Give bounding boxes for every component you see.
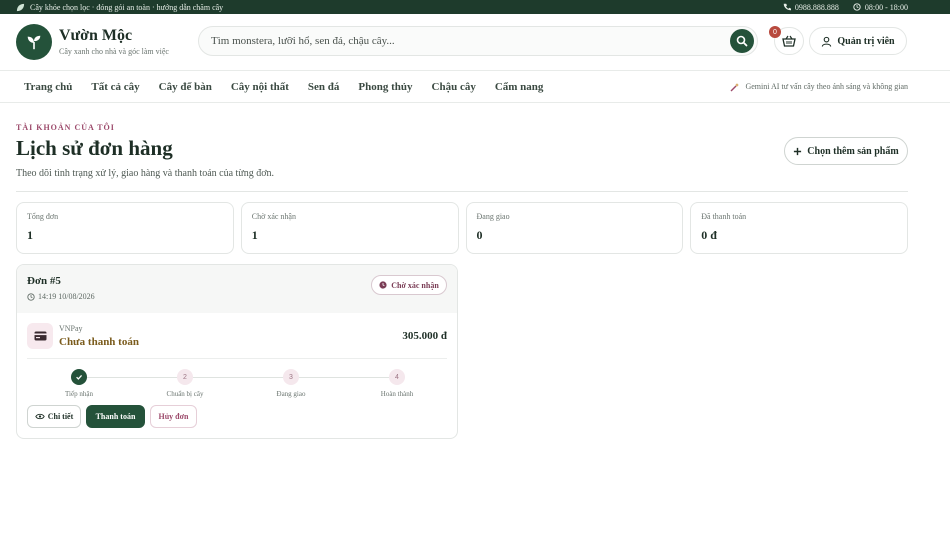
payment-method: VNPay <box>59 323 83 333</box>
order-card: Đơn #5 14:19 10/08/2026 Chờ xác nhận VNP… <box>16 264 458 439</box>
credit-card-icon <box>27 322 53 349</box>
order-timestamp: 14:19 10/08/2026 <box>38 292 95 301</box>
opening-hours: 08:00 - 18:00 <box>864 2 908 12</box>
step-label: Tiếp nhận <box>65 390 93 398</box>
stat-label: Đang giao <box>476 212 510 221</box>
header-divider <box>16 191 908 192</box>
page-title: Lịch sử đơn hàng <box>16 136 173 160</box>
cart-count-badge: 0 <box>769 26 781 38</box>
step-preparing: 2 Chuẩn bị cây <box>145 369 225 398</box>
step-shipping: 3 Đang giao <box>251 369 331 398</box>
stat-label: Chờ xác nhận <box>251 212 296 221</box>
clock-icon <box>27 292 35 301</box>
payment-info: VNPay Chưa thanh toán <box>59 324 139 348</box>
pay-button[interactable]: Thanh toán <box>86 405 145 428</box>
choose-more-label: Chọn thêm sản phẩm <box>807 145 899 157</box>
order-status-badge: Chờ xác nhận <box>371 275 447 295</box>
phone-icon <box>783 3 791 11</box>
brand-logo[interactable]: Vườn Mộc Cây xanh cho nhà và góc làm việ… <box>16 24 169 60</box>
nav-item-feng-shui[interactable]: Phong thủy <box>358 81 412 93</box>
stat-card-paid: Đã thanh toán 0 đ <box>690 202 908 254</box>
step-label: Chuẩn bị cây <box>166 390 204 398</box>
topbar-left: Cây khỏe chọn lọc · đóng gói an toàn · h… <box>16 3 223 12</box>
order-history-page: TÀI KHOẢN CỦA TÔI Lịch sử đơn hàng Theo … <box>0 103 950 439</box>
topbar-phone: 0988.888.888 <box>783 3 839 12</box>
clock-filled-icon <box>379 281 387 289</box>
site-header: Vườn Mộc Cây xanh cho nhà và góc làm việ… <box>0 14 950 70</box>
stat-value: 1 <box>251 228 258 242</box>
leaf-icon <box>16 3 25 11</box>
stat-value: 0 đ <box>701 228 717 242</box>
nav-item-succulents[interactable]: Sen đá <box>308 81 340 93</box>
order-detail-button[interactable]: Chi tiết <box>27 405 81 428</box>
brand-tagline: Cây xanh cho nhà và góc làm việc <box>59 47 169 56</box>
stat-card-total: Tổng đơn 1 <box>16 202 234 254</box>
search-input[interactable] <box>211 35 757 47</box>
brand-text: Vườn Mộc Cây xanh cho nhà và góc làm việ… <box>59 27 169 57</box>
payment-row: VNPay Chưa thanh toán 305.000 đ <box>27 313 447 359</box>
payment-status: Chưa thanh toán <box>59 335 139 348</box>
admin-label: Quản trị viên <box>837 35 895 47</box>
nav-item-home[interactable]: Trang chủ <box>24 81 72 93</box>
stat-label: Đã thanh toán <box>701 212 747 221</box>
check-icon <box>71 369 87 385</box>
ai-advisor-link[interactable]: Gemini AI tư vấn cây theo ánh sáng và kh… <box>730 82 908 92</box>
order-amount: 305.000 đ <box>402 329 447 342</box>
step-received: Tiếp nhận <box>39 369 119 398</box>
user-icon <box>822 36 832 47</box>
search-button[interactable] <box>730 29 754 53</box>
top-info-bar: Cây khỏe chọn lọc · đóng gói an toàn · h… <box>0 0 950 14</box>
order-stats: Tổng đơn 1 Chờ xác nhận 1 Đang giao 0 Đã… <box>16 202 908 254</box>
choose-more-products-button[interactable]: Chọn thêm sản phẩm <box>784 137 908 165</box>
topbar-tagline: Cây khỏe chọn lọc · đóng gói an toàn · h… <box>30 2 224 12</box>
nav-item-indoor-plants[interactable]: Cây nội thất <box>231 81 289 93</box>
search-bar <box>198 26 758 56</box>
stat-card-shipping: Đang giao 0 <box>465 202 684 254</box>
basket-icon <box>782 35 796 47</box>
magic-wand-icon <box>730 82 740 91</box>
step-label: Hoàn thành <box>380 390 414 398</box>
page-eyebrow: TÀI KHOẢN CỦA TÔI <box>16 123 115 132</box>
clock-icon <box>853 3 861 11</box>
pay-label: Thanh toán <box>95 412 136 421</box>
order-card-header: Đơn #5 14:19 10/08/2026 Chờ xác nhận <box>17 265 457 313</box>
order-progress-steps: Tiếp nhận 2 Chuẩn bị cây 3 Đang giao 4 H… <box>27 359 447 405</box>
step-number: 3 <box>283 369 299 385</box>
nav-item-guides[interactable]: Cẩm nang <box>495 81 544 93</box>
detail-label: Chi tiết <box>47 412 74 421</box>
cancel-label: Hủy đơn <box>158 412 189 421</box>
step-label: Đang giao <box>276 390 306 398</box>
nav-item-pots[interactable]: Chậu cây <box>432 81 476 93</box>
step-number: 2 <box>177 369 193 385</box>
order-actions: Chi tiết Thanh toán Hủy đơn <box>17 405 457 438</box>
stat-value: 1 <box>27 228 33 242</box>
search-icon <box>736 35 748 47</box>
order-status-text: Chờ xác nhận <box>391 280 439 290</box>
topbar-hours: 08:00 - 18:00 <box>853 3 908 12</box>
ai-hint-text: Gemini AI tư vấn cây theo ánh sáng và kh… <box>745 82 908 91</box>
main-nav: Trang chủ Tất cả cây Cây để bàn Cây nội … <box>0 70 950 103</box>
progress-line <box>79 377 397 378</box>
topbar-right: 0988.888.888 08:00 - 18:00 <box>783 3 908 12</box>
stat-card-pending: Chờ xác nhận 1 <box>240 202 459 254</box>
stat-label: Tổng đơn <box>27 212 59 221</box>
phone-number: 0988.888.888 <box>794 2 839 12</box>
sprout-logo-icon <box>16 24 52 60</box>
page-description: Theo dõi tình trạng xử lý, giao hàng và … <box>16 168 275 179</box>
plus-icon <box>794 147 802 155</box>
step-completed: 4 Hoàn thành <box>357 369 437 398</box>
cart-button[interactable]: 0 <box>769 26 804 55</box>
admin-account-button[interactable]: Quản trị viên <box>809 27 907 55</box>
cancel-order-button[interactable]: Hủy đơn <box>150 405 197 428</box>
stat-value: 0 <box>476 228 483 242</box>
eye-icon <box>35 413 45 420</box>
step-number: 4 <box>389 369 405 385</box>
nav-item-desk-plants[interactable]: Cây để bàn <box>159 81 212 93</box>
nav-item-all-plants[interactable]: Tất cả cây <box>91 81 139 93</box>
brand-name: Vườn Mộc <box>59 27 133 44</box>
